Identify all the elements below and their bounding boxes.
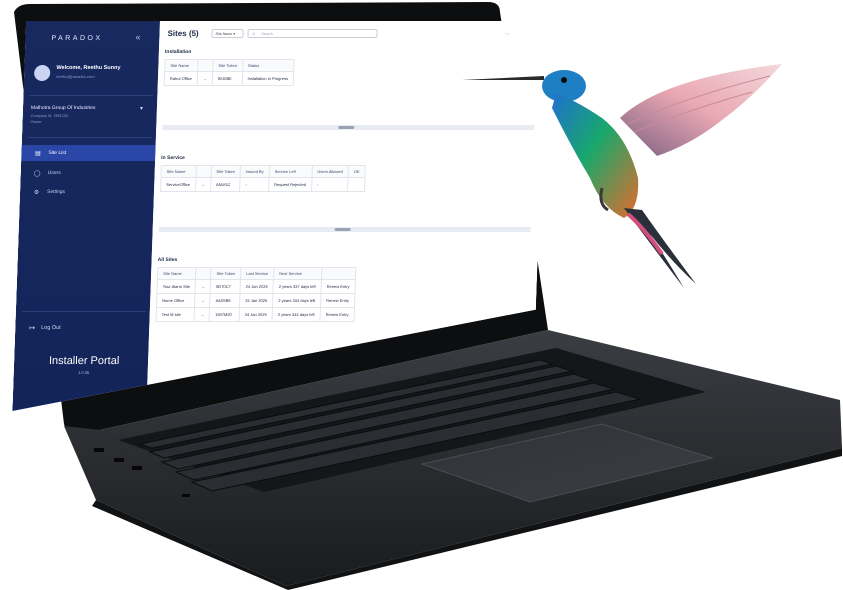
list-icon: ▤: [34, 150, 41, 157]
cell-last-service: 24 Jan 2025: [240, 294, 274, 308]
arrow-icon[interactable]: →: [197, 72, 212, 86]
column-header[interactable]: Last Service: [240, 268, 273, 280]
pager-icons[interactable]: ‹ ›: [505, 31, 509, 36]
cell-site-name: Home Office: [156, 294, 195, 308]
all-sites-table: Site Name Site Token Last Service Next S…: [155, 267, 356, 322]
brand-logo: PARADOX: [51, 35, 103, 42]
column-header[interactable]: Status: [242, 60, 294, 72]
cell-site-name: Rahul Office: [164, 72, 197, 86]
sidebar-item-site-list[interactable]: ▤ Site List: [21, 145, 156, 161]
portal-info: Installer Portal 1.0.35: [24, 355, 145, 375]
cell-site-name: ServiceOffice: [161, 178, 196, 192]
table-row[interactable]: ServiceOffice → ANUGC - Request Rejected…: [161, 178, 365, 192]
user-email: reethu@paradox.com: [55, 74, 95, 79]
avatar: [34, 65, 51, 81]
page-title: Sites (5): [167, 29, 199, 38]
cell-next-service: 2 years 344 days left: [272, 308, 320, 322]
sidebar: PARADOX « Welcome, Reethu Sunny reethu@p…: [12, 21, 160, 411]
company-role: Owner: [30, 120, 42, 124]
cell-site-token: ANUGC: [210, 178, 240, 192]
cell-site-token: A4D5B9: [210, 294, 240, 308]
renew-link[interactable]: Renew Entry: [320, 294, 354, 308]
cell-site-name: Your Alarm Site: [157, 280, 196, 294]
search-placeholder: Search: [261, 31, 273, 36]
table-row[interactable]: Rahul Office → 92408E Installation in Pr…: [164, 72, 294, 86]
logout-label: Log Out: [41, 325, 61, 331]
divider: [29, 95, 153, 96]
sidebar-item-label: Site List: [48, 150, 67, 156]
sidebar-item-settings[interactable]: ⚙ Settings: [20, 184, 155, 200]
column-header[interactable]: Next Service: [274, 268, 322, 280]
search-icon: ⌕: [252, 30, 256, 37]
column-header[interactable]: Site Token: [211, 268, 241, 280]
column-header[interactable]: Site Name: [165, 60, 198, 72]
arrow-icon[interactable]: →: [194, 308, 209, 322]
logout-icon: ↦: [29, 325, 36, 332]
column-header[interactable]: Site Token: [213, 60, 243, 72]
column-header[interactable]: Users Allowed: [312, 166, 349, 178]
arrow-icon[interactable]: →: [195, 280, 210, 294]
section-title: Installation: [164, 49, 192, 55]
column-header[interactable]: Issued By: [240, 166, 269, 178]
renew-link[interactable]: Renew Entry: [321, 280, 355, 294]
cell-next-service: 2 years 344 days left: [273, 294, 321, 308]
company-name: Malhotra Group Of Industries: [30, 105, 96, 111]
table-row[interactable]: Home Office → A4D5B9 24 Jan 2025 2 years…: [156, 294, 354, 308]
sidebar-item-label: Users: [47, 170, 61, 176]
cell-last-service: 24 Jan 2025: [239, 308, 273, 322]
sidebar-item-label: Settings: [46, 189, 66, 195]
arrow-icon[interactable]: →: [195, 178, 210, 192]
divider: [22, 311, 146, 312]
renew-link[interactable]: Renew Entry: [320, 308, 354, 322]
company-selector[interactable]: Malhotra Group Of Industries Company Id:…: [30, 105, 151, 124]
laptop-scene: PARADOX « Welcome, Reethu Sunny reethu@p…: [0, 0, 843, 590]
column-header[interactable]: Service Left: [269, 166, 312, 178]
column-header[interactable]: Site Name: [157, 268, 196, 280]
portal-title: Installer Portal: [48, 355, 120, 367]
cell-site-name: Test M site: [156, 308, 195, 322]
status-badge: Request Rejected: [268, 178, 311, 192]
table-row[interactable]: Your Alarm Site → 9D70C7 24 Jan 2025 2 y…: [157, 280, 355, 294]
collapse-sidebar-icon[interactable]: «: [135, 32, 140, 42]
hummingbird-illustration: [462, 64, 782, 288]
chevron-down-icon: ▾: [139, 106, 144, 112]
toolbar: Sites (5) Site Name ▾ ⌕ Search ‹ ›: [159, 21, 546, 43]
company-id: Company Id: 7891234: [30, 114, 69, 118]
column-extra[interactable]: OK: [348, 166, 365, 178]
cell-last-service: 24 Jan 2025: [240, 280, 274, 294]
divider: [28, 137, 152, 138]
installation-table: Site Name Site Token Status Rahul Office…: [164, 59, 295, 86]
cell-site-token: 1937M20: [209, 308, 239, 322]
in-service-table: Site Name Site Token Issued By Service L…: [160, 165, 366, 192]
gear-icon: ⚙: [33, 189, 40, 196]
search-input[interactable]: ⌕ Search: [247, 29, 377, 38]
status-badge: Installation in Progress: [242, 72, 294, 86]
portal-version: 1.0.35: [78, 370, 90, 375]
user-icon: ◯: [33, 170, 41, 177]
cell-next-service: 2 years 337 days left: [273, 280, 321, 294]
cell-site-token: 92408E: [212, 72, 242, 86]
column-header[interactable]: Site Token: [211, 166, 241, 178]
filter-select[interactable]: Site Name ▾: [211, 29, 243, 38]
arrow-icon[interactable]: →: [195, 294, 210, 308]
sidebar-item-users[interactable]: ◯ Users: [20, 165, 155, 181]
logout-button[interactable]: ↦ Log Out: [29, 324, 61, 332]
filter-select-value: Site Name: [215, 32, 233, 36]
table-row[interactable]: Test M site → 1937M20 24 Jan 2025 2 year…: [156, 308, 354, 322]
column-header[interactable]: Site Name: [161, 166, 196, 178]
cell-issued-by: -: [240, 178, 269, 192]
cell-users-allowed: -: [311, 178, 348, 192]
cell-site-token: 9D70C7: [210, 280, 240, 294]
welcome-text: Welcome, Reethu Sunny: [56, 65, 121, 71]
user-profile[interactable]: Welcome, Reethu Sunny reethu@paradox.com: [34, 63, 153, 89]
